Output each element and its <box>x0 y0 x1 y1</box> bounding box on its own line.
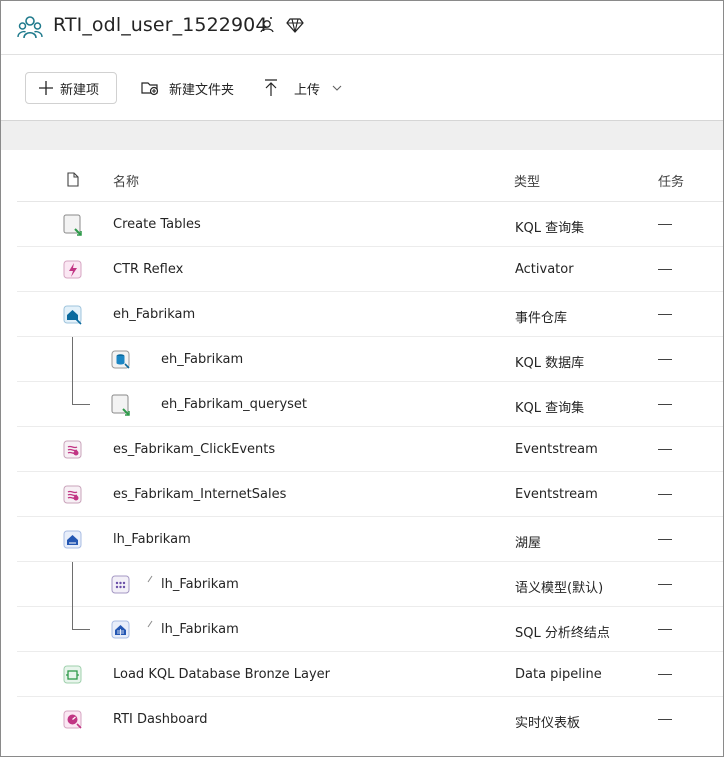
table-row[interactable]: Load KQL Database Bronze Layer Data pipe… <box>17 652 723 697</box>
item-name[interactable]: lh_Fabrikam <box>113 532 191 547</box>
table-row[interactable]: lh_Fabrikam 语义模型(默认) <box>17 562 723 629</box>
kql-database-icon <box>111 350 130 369</box>
table-row[interactable]: RTI Dashboard 实时仪表板 <box>17 697 723 742</box>
link-hint-icon <box>147 620 153 628</box>
eventhouse-icon <box>63 305 82 325</box>
item-name[interactable]: es_Fabrikam_InternetSales <box>113 487 286 502</box>
item-type: 语义模型(默认) <box>515 581 604 596</box>
item-task <box>658 584 672 585</box>
table-row[interactable]: lh_Fabrikam SQL 分析终结点 <box>17 607 723 652</box>
item-name[interactable]: eh_Fabrikam <box>113 307 195 322</box>
table-row[interactable]: eh_Fabrikam KQL 数据库 <box>17 337 723 404</box>
item-name[interactable]: eh_Fabrikam <box>161 352 243 367</box>
item-task <box>658 719 672 720</box>
upload-button[interactable]: 上传 <box>264 72 352 104</box>
item-name[interactable]: RTI Dashboard <box>113 712 208 727</box>
chevron-down-icon[interactable] <box>332 85 342 91</box>
item-name[interactable]: es_Fabrikam_ClickEvents <box>113 442 275 457</box>
item-name[interactable]: Load KQL Database Bronze Layer <box>113 667 330 682</box>
item-type: Activator <box>515 262 574 277</box>
workspace-identity-icon[interactable] <box>258 16 276 34</box>
item-type: 实时仪表板 <box>515 716 581 731</box>
semantic-model-icon <box>111 575 130 594</box>
item-type: Eventstream <box>515 487 598 502</box>
item-name[interactable]: Create Tables <box>113 217 201 232</box>
realtime-dashboard-icon <box>63 710 82 729</box>
item-task <box>658 314 672 315</box>
table-row[interactable]: lh_Fabrikam 湖屋 <box>17 517 723 562</box>
item-task <box>658 674 672 675</box>
item-task <box>658 269 672 270</box>
table-header: 名称 类型 任务 <box>17 157 723 202</box>
table-row[interactable]: Create Tables KQL 查询集 <box>17 202 723 247</box>
kql-queryset-icon <box>63 214 82 236</box>
eventstream-icon <box>63 440 82 459</box>
column-header-type[interactable]: 类型 <box>514 171 540 190</box>
item-type: SQL 分析终结点 <box>515 626 610 641</box>
table-row[interactable]: eh_Fabrikam_queryset KQL 查询集 <box>17 382 723 427</box>
item-task <box>658 539 672 540</box>
workspace-people-icon <box>17 16 43 39</box>
filter-band <box>1 120 723 150</box>
item-type: Eventstream <box>515 442 598 457</box>
item-task <box>658 494 672 495</box>
item-type: KQL 查询集 <box>515 401 585 416</box>
item-task <box>658 449 672 450</box>
new-item-button[interactable]: 新建项 <box>25 72 117 104</box>
item-task <box>658 224 672 225</box>
item-type: KQL 查询集 <box>515 221 585 236</box>
item-task <box>658 404 672 405</box>
toolbar: 新建项 新建文件夹 上传 <box>1 56 723 120</box>
item-name[interactable]: CTR Reflex <box>113 262 183 277</box>
plus-icon <box>39 81 53 95</box>
lakehouse-icon <box>63 530 82 549</box>
workspace-header: RTI_odl_user_1522904 <box>1 1 723 55</box>
folder-add-icon <box>141 82 159 96</box>
upload-arrow-icon <box>265 79 277 96</box>
item-task <box>658 629 672 630</box>
eventstream-icon <box>63 485 82 504</box>
activator-icon <box>63 260 82 279</box>
sql-endpoint-icon <box>111 620 130 639</box>
workspace-title: RTI_odl_user_1522904 <box>53 14 268 36</box>
table-row[interactable]: es_Fabrikam_InternetSales Eventstream <box>17 472 723 517</box>
new-folder-label: 新建文件夹 <box>169 82 235 98</box>
link-hint-icon <box>147 575 153 583</box>
kql-queryset-icon <box>111 394 130 416</box>
item-type: Data pipeline <box>515 667 602 682</box>
data-pipeline-icon <box>63 665 82 684</box>
premium-diamond-icon[interactable] <box>286 16 304 34</box>
new-folder-button[interactable]: 新建文件夹 <box>141 72 234 104</box>
items-table: 名称 类型 任务 Create Tables KQL 查询集 CTR Refle… <box>17 157 723 742</box>
item-name[interactable]: lh_Fabrikam <box>161 622 239 637</box>
item-task <box>658 359 672 360</box>
table-row[interactable]: CTR Reflex Activator <box>17 247 723 292</box>
tree-connector <box>72 404 90 405</box>
item-name[interactable]: eh_Fabrikam_queryset <box>161 397 307 412</box>
item-type: KQL 数据库 <box>515 356 585 371</box>
column-header-name[interactable]: 名称 <box>113 171 139 190</box>
table-row[interactable]: es_Fabrikam_ClickEvents Eventstream <box>17 427 723 472</box>
file-type-icon <box>67 172 79 187</box>
new-item-label: 新建项 <box>60 82 100 98</box>
tree-connector <box>72 629 90 630</box>
upload-label: 上传 <box>294 82 321 98</box>
table-row[interactable]: eh_Fabrikam 事件仓库 <box>17 292 723 337</box>
item-type: 事件仓库 <box>515 311 568 326</box>
item-type: 湖屋 <box>515 536 542 551</box>
column-header-task[interactable]: 任务 <box>658 171 684 190</box>
item-name[interactable]: lh_Fabrikam <box>161 577 239 592</box>
